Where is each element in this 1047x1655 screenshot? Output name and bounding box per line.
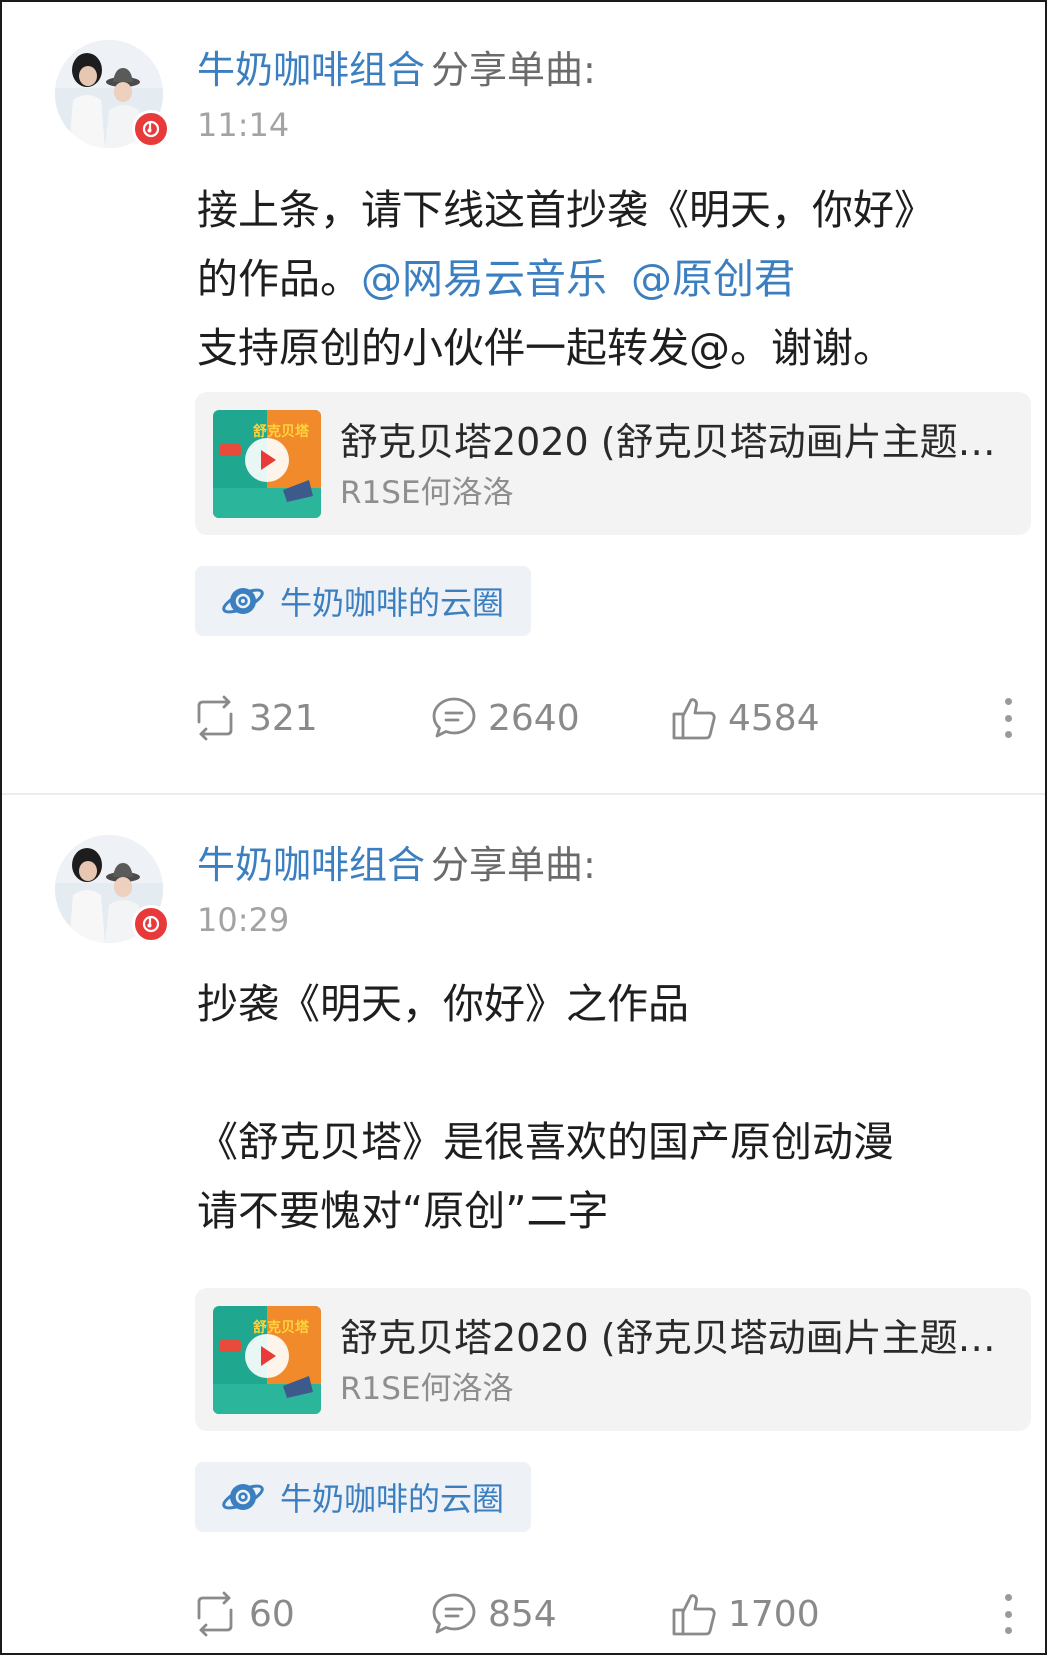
repost-count: 321 [249,697,318,739]
music-note-icon [132,905,170,943]
svg-text:舒克贝塔: 舒克贝塔 [253,423,310,440]
repost-count: 60 [249,1593,295,1635]
comment-count: 2640 [488,697,580,739]
content-line: 的作品。@网易云音乐 @原创君 [197,245,1017,314]
content-text: 的作品。 [197,255,361,303]
mention-link[interactable]: @原创君 [631,255,795,303]
post-time: 10:29 [197,901,290,939]
song-card[interactable]: 舒克贝塔 舒克贝塔2020 (舒克贝塔动画片主题曲) R1SE何洛洛 [195,392,1031,535]
thumbs-up-icon [672,698,716,740]
repost-icon [197,1591,233,1637]
circle-name: 牛奶咖啡的云圈 [280,584,505,622]
post-content: 接上条，请下线这首抄袭《明天，你好》 的作品。@网易云音乐 @原创君 支持原创的小… [197,176,1017,383]
more-vertical-icon[interactable] [998,1588,1018,1640]
share-label: 分享单曲: [431,843,596,887]
circle-name: 牛奶咖啡的云圈 [280,1480,505,1518]
planet-icon [222,588,264,614]
music-note-icon [132,110,170,148]
comment-count: 854 [488,1593,557,1635]
content-line: 《舒克贝塔》是很喜欢的国产原创动漫 [197,1118,894,1166]
share-label: 分享单曲: [431,48,596,92]
post-time: 11:14 [197,106,290,144]
like-button[interactable]: 4584 [670,688,820,748]
content-line: 支持原创的小伙伴一起转发@。谢谢。 [197,324,894,372]
like-count: 1700 [728,1593,820,1635]
song-artist: R1SE何洛洛 [340,1371,514,1407]
content-line: 接上条，请下线这首抄袭《明天，你好》 [197,186,935,234]
comment-icon [432,697,476,738]
content-line: 请不要愧对“原创”二字 [197,1187,609,1235]
repost-button[interactable]: 60 [191,1584,295,1644]
feed-post: 牛奶咖啡组合 分享单曲: 10:29 抄袭《明天，你好》之作品 《舒克贝塔》是很喜… [0,795,1047,1637]
song-artist: R1SE何洛洛 [340,475,514,511]
planet-icon [222,1484,264,1510]
content-blank-line [197,1039,1017,1108]
comment-icon [432,1593,476,1634]
svg-text:舒克贝塔: 舒克贝塔 [253,1319,310,1336]
post-content: 抄袭《明天，你好》之作品 《舒克贝塔》是很喜欢的国产原创动漫 请不要愧对“原创”… [197,970,1017,1246]
song-card[interactable]: 舒克贝塔 舒克贝塔2020 (舒克贝塔动画片主题曲) R1SE何洛洛 [195,1288,1031,1431]
album-cover[interactable]: 舒克贝塔 [213,1306,321,1414]
post-header: 牛奶咖啡组合 分享单曲: [197,42,596,98]
comment-button[interactable]: 2640 [430,688,580,748]
like-count: 4584 [728,697,820,739]
circle-tag[interactable]: 牛奶咖啡的云圈 [195,566,531,636]
repost-button[interactable]: 321 [191,688,318,748]
song-title: 舒克贝塔2020 (舒克贝塔动画片主题曲) [340,1316,1010,1360]
more-vertical-icon[interactable] [998,692,1018,744]
action-bar: 321 2640 4584 [0,688,1047,748]
circle-tag[interactable]: 牛奶咖啡的云圈 [195,1462,531,1532]
author-name[interactable]: 牛奶咖啡组合 [197,48,425,92]
thumbs-up-icon [672,1594,716,1636]
repost-icon [197,695,233,741]
comment-button[interactable]: 854 [430,1584,557,1644]
feed-post: 牛奶咖啡组合 分享单曲: 11:14 接上条，请下线这首抄袭《明天，你好》 的作品… [0,0,1047,795]
action-bar: 60 854 1700 [0,1584,1047,1644]
song-title: 舒克贝塔2020 (舒克贝塔动画片主题曲) [340,420,1010,464]
like-button[interactable]: 1700 [670,1584,820,1644]
mention-link[interactable]: @网易云音乐 [361,255,607,303]
post-header: 牛奶咖啡组合 分享单曲: [197,837,596,893]
album-cover[interactable]: 舒克贝塔 [213,410,321,518]
content-line: 抄袭《明天，你好》之作品 [197,980,689,1028]
author-name[interactable]: 牛奶咖啡组合 [197,843,425,887]
